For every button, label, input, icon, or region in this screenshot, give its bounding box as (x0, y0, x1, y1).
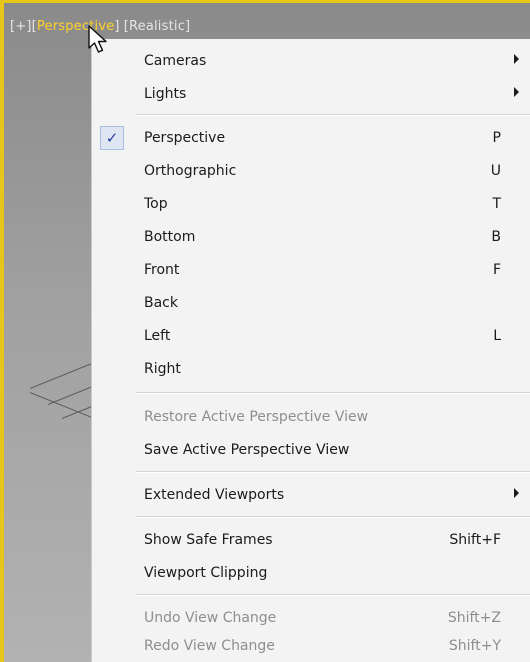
menu-item-save-active-perspective-view[interactable]: Save Active Perspective View (92, 434, 530, 467)
menu-item-label: Orthographic (144, 163, 237, 179)
viewport-view-label[interactable]: Perspective (37, 19, 115, 34)
menu-item-orthographic[interactable]: Orthographic U (92, 155, 530, 188)
menu-item-shortcut: Shift+F (449, 532, 501, 548)
menu-item-label: Back (144, 295, 178, 311)
menu-item-label: Bottom (144, 229, 196, 245)
menu-item-show-safe-frames[interactable]: Show Safe Frames Shift+F (92, 524, 530, 557)
menu-item-label: Save Active Perspective View (144, 442, 350, 458)
menu-item-extended-viewports[interactable]: Extended Viewports (92, 479, 530, 512)
grid-line (29, 363, 92, 389)
menu-item-bottom[interactable]: Bottom B (92, 221, 530, 254)
menu-item-top[interactable]: Top T (92, 188, 530, 221)
menu-item-shortcut: L (493, 328, 501, 344)
menu-item-label: Redo View Change (144, 638, 275, 654)
menu-separator (136, 114, 530, 116)
viewport-active-border-top (0, 0, 530, 3)
grid-line (47, 384, 97, 405)
menu-item-label: Extended Viewports (144, 487, 285, 503)
menu-item-right[interactable]: Right (92, 353, 530, 386)
menu-item-shortcut: U (490, 163, 501, 179)
menu-item-label: Left (144, 328, 171, 344)
menu-separator (136, 516, 530, 518)
menu-item-label: Right (144, 361, 181, 377)
menu-item-label: Cameras (144, 53, 207, 69)
menu-item-shortcut: Shift+Z (447, 610, 501, 626)
menu-item-label: Front (144, 262, 180, 278)
menu-item-label: Show Safe Frames (144, 532, 273, 548)
menu-item-lights[interactable]: Lights (92, 78, 530, 111)
viewport-plus-menu[interactable]: [+] (10, 19, 32, 34)
menu-item-front[interactable]: Front F (92, 254, 530, 287)
menu-item-cameras[interactable]: Cameras (92, 45, 530, 78)
menu-item-label: Perspective (144, 130, 226, 146)
menu-item-back[interactable]: Back (92, 287, 530, 320)
checkmark-icon: ✓ (100, 126, 124, 150)
menu-item-shortcut: P (492, 130, 501, 146)
submenu-arrow-icon (514, 54, 519, 64)
menu-separator (136, 594, 530, 596)
menu-item-redo-view-change[interactable]: Redo View Change Shift+Y (92, 630, 530, 662)
menu-item-label: Viewport Clipping (144, 565, 268, 581)
menu-item-label: Lights (144, 86, 187, 102)
menu-item-restore-active-perspective-view[interactable]: Restore Active Perspective View (92, 401, 530, 434)
menu-separator (136, 392, 530, 394)
viewport-label-menu: [+] [ Perspective ] [Realistic] (10, 16, 190, 36)
viewport-shading-label[interactable]: [Realistic] (124, 19, 191, 34)
viewport-point-of-view-menu: Cameras Lights ✓ Perspective P Orthograp… (91, 39, 530, 662)
menu-item-label: Top (144, 196, 168, 212)
submenu-arrow-icon (514, 488, 519, 498)
menu-item-label: Restore Active Perspective View (144, 409, 369, 425)
menu-item-shortcut: Shift+Y (448, 638, 501, 654)
viewport-view-close-bracket: ] (114, 18, 120, 34)
viewport-active-border-left (0, 0, 4, 662)
menu-item-shortcut: B (491, 229, 501, 245)
menu-item-viewport-clipping[interactable]: Viewport Clipping (92, 557, 530, 590)
menu-separator (136, 471, 530, 473)
menu-item-left[interactable]: Left L (92, 320, 530, 353)
menu-item-perspective[interactable]: ✓ Perspective P (92, 122, 530, 155)
menu-item-label: Undo View Change (144, 610, 277, 626)
submenu-arrow-icon (514, 87, 519, 97)
grid-line (29, 392, 96, 420)
menu-item-shortcut: T (492, 196, 501, 212)
menu-item-shortcut: F (492, 262, 501, 278)
